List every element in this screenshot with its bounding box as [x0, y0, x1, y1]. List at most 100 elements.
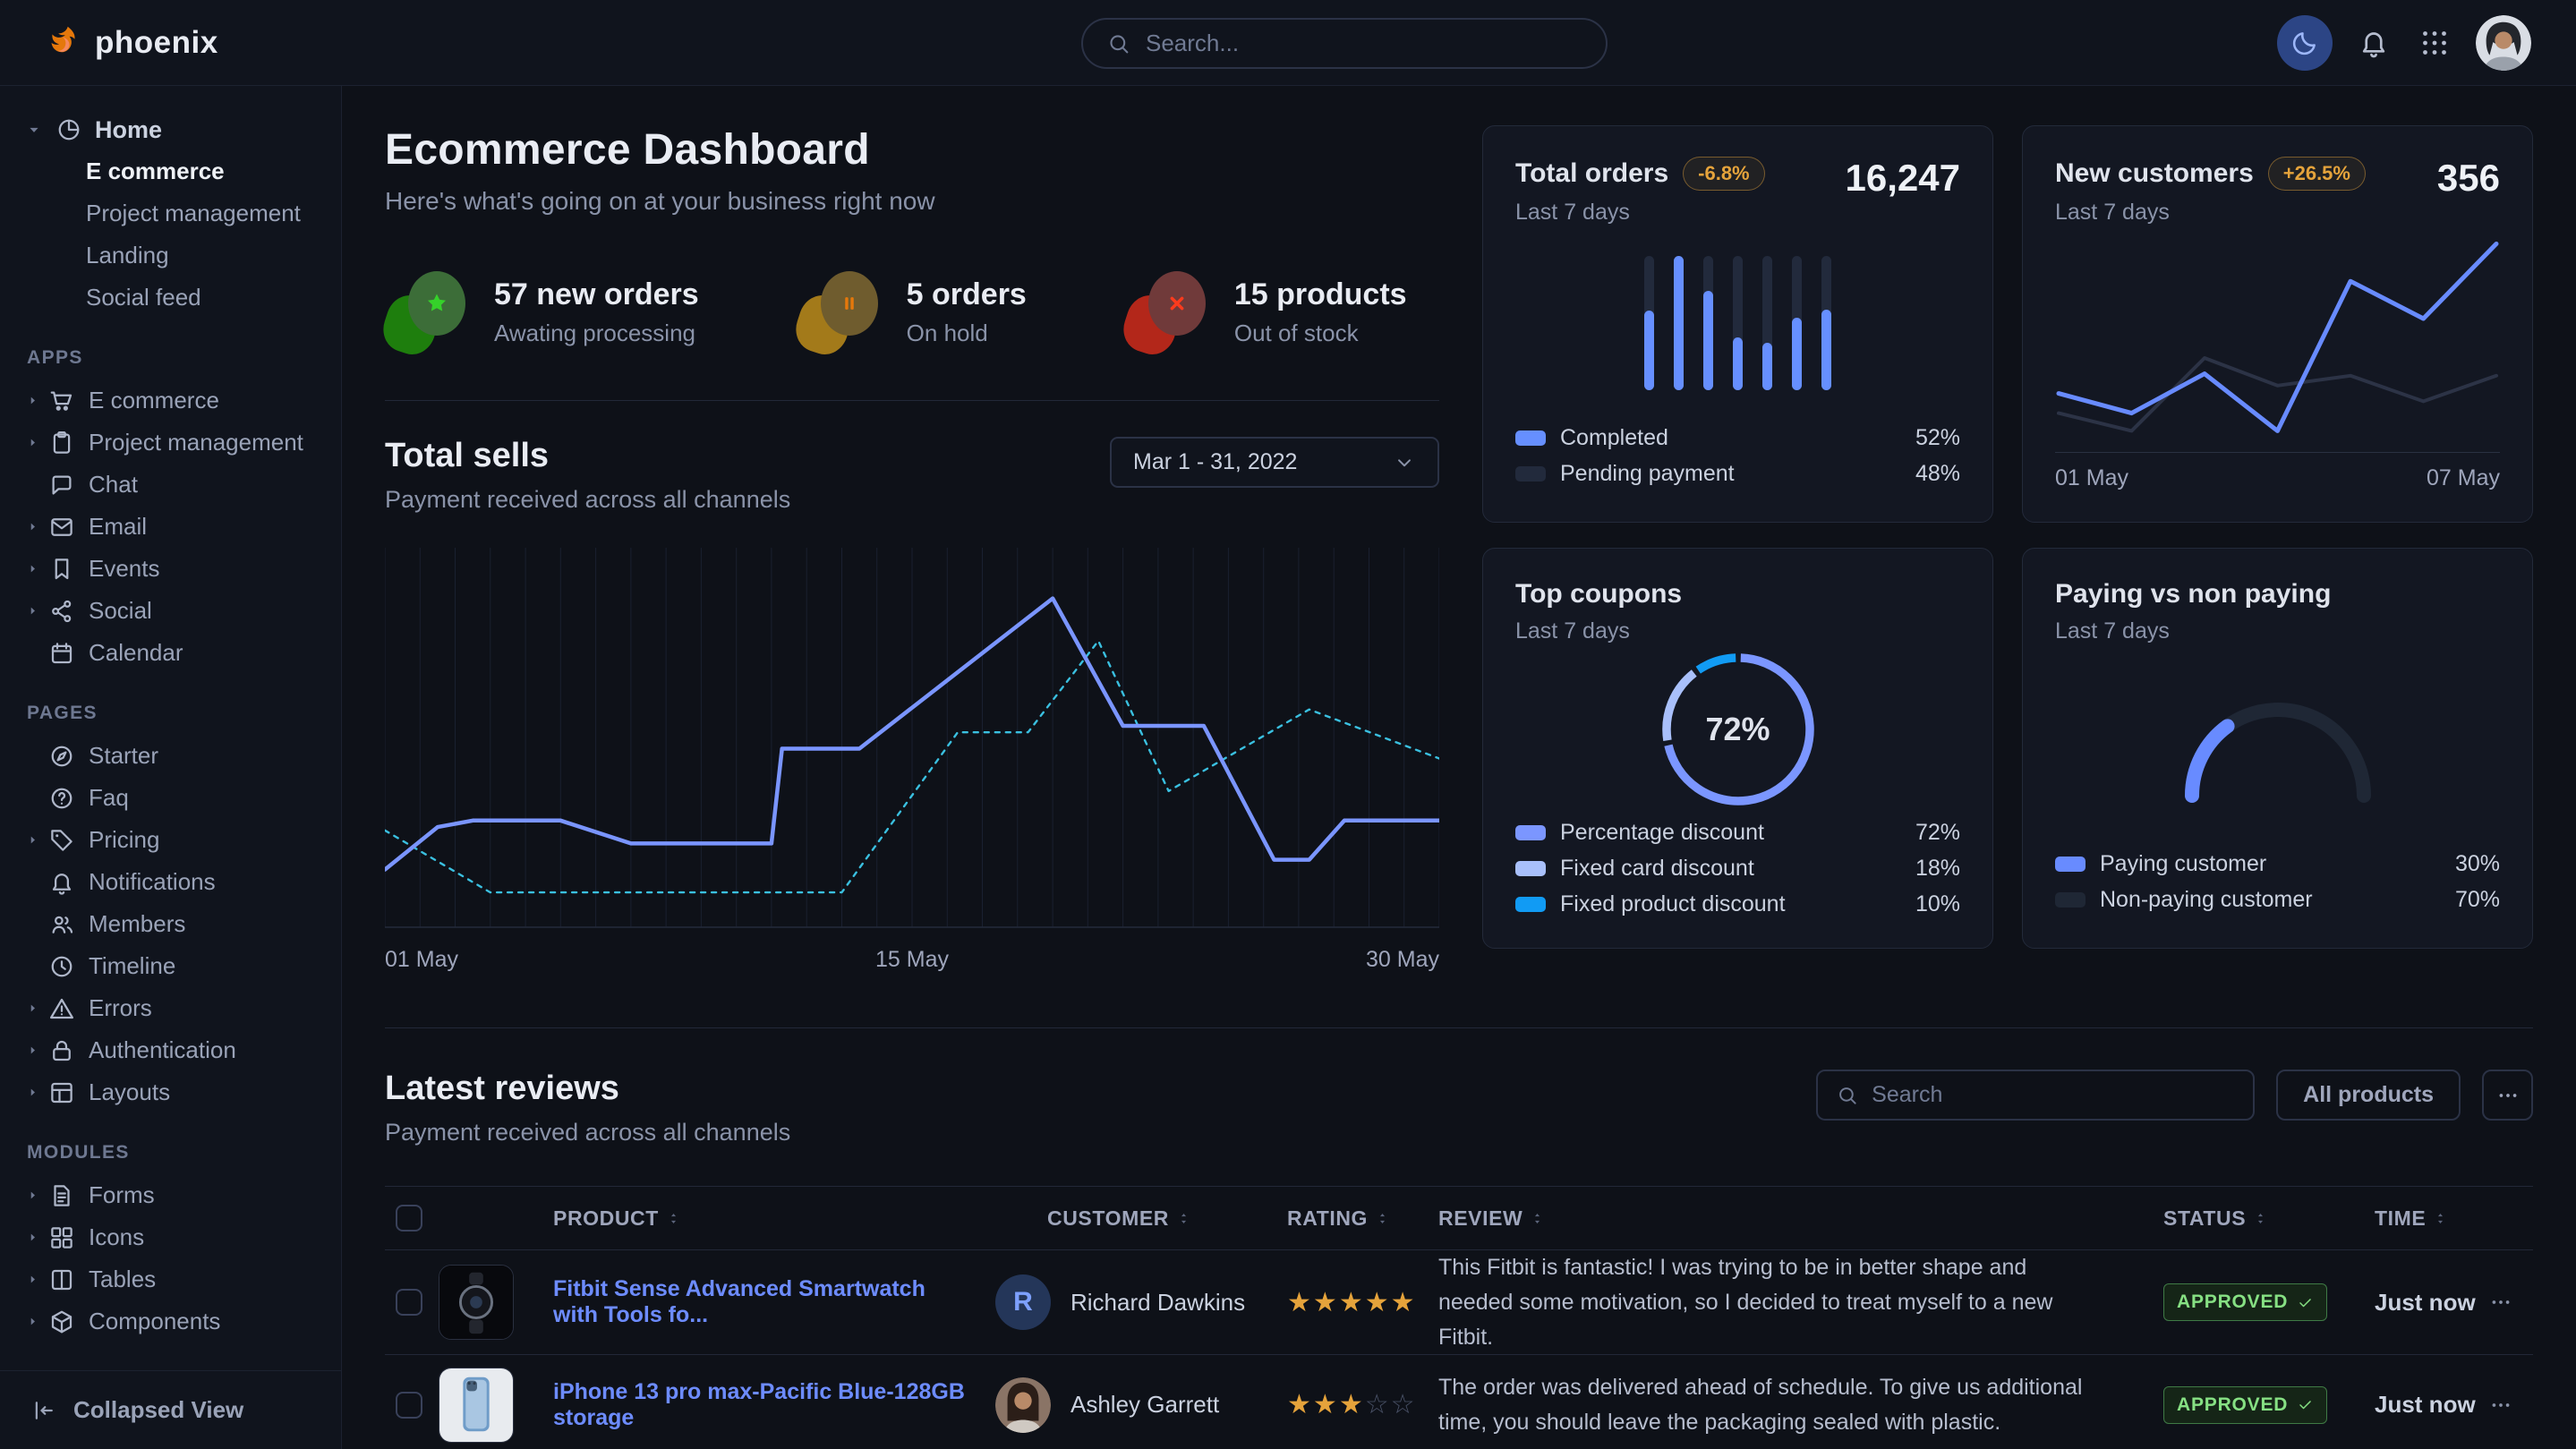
sidebar-item-social-feed[interactable]: Social feed	[0, 277, 341, 319]
collapsed-view-toggle[interactable]: Collapsed View	[0, 1370, 341, 1449]
sidebar-item-components[interactable]: Components	[0, 1300, 341, 1342]
sidebar-item-icons[interactable]: Icons	[0, 1216, 341, 1258]
column-header-status[interactable]: STATUS	[2133, 1206, 2339, 1231]
sidebar-item-project-management[interactable]: Project management	[0, 192, 341, 234]
stat-orange: 5 ordersOn hold	[798, 271, 1027, 354]
legend-value: 72%	[1915, 820, 1960, 846]
date-range-select[interactable]: Mar 1 - 31, 2022	[1110, 437, 1439, 488]
column-header-customer[interactable]: CUSTOMER	[994, 1206, 1262, 1231]
sidebar-section-label: PAGES	[0, 703, 341, 724]
column-header-rating[interactable]: RATING	[1262, 1206, 1408, 1231]
alert-icon	[48, 995, 75, 1022]
caret-right-icon	[25, 1085, 40, 1100]
sidebar-item-authentication[interactable]: Authentication	[0, 1029, 341, 1071]
all-products-button[interactable]: All products	[2276, 1070, 2461, 1121]
reviews-more-button[interactable]	[2482, 1070, 2533, 1121]
rating-stars: ★★★★★	[1262, 1287, 1408, 1318]
sidebar-item-social[interactable]: Social	[0, 590, 341, 632]
sidebar-item-e-commerce[interactable]: E commerce	[0, 150, 341, 192]
column-header-review[interactable]: REVIEW	[1408, 1206, 2133, 1231]
grid-nine-icon	[2418, 27, 2451, 59]
legend-label: Completed	[1560, 425, 1901, 451]
reviews-table: PRODUCTCUSTOMERRATINGREVIEWSTATUSTIME Fi…	[385, 1186, 2533, 1449]
stat-value: 57 new orders	[494, 277, 699, 312]
caret-right-icon	[25, 1230, 40, 1245]
total-sells-chart	[385, 548, 1439, 933]
user-avatar[interactable]	[2476, 15, 2531, 71]
column-header-time[interactable]: TIME	[2339, 1206, 2469, 1231]
sidebar-item-pricing[interactable]: Pricing	[0, 819, 341, 861]
sidebar-item-email[interactable]: Email	[0, 506, 341, 548]
notifications-button[interactable]	[2354, 23, 2393, 63]
stat-value: 5 orders	[907, 277, 1027, 312]
sidebar-item-timeline[interactable]: Timeline	[0, 945, 341, 987]
bookmark-icon	[48, 556, 75, 583]
row-checkbox[interactable]	[396, 1392, 422, 1419]
sidebar-item-label: Email	[89, 513, 147, 541]
brand[interactable]: phoenix	[0, 22, 218, 64]
select-all-checkbox[interactable]	[396, 1205, 422, 1232]
review-time: Just now	[2339, 1391, 2469, 1419]
card-title: Top coupons	[1515, 579, 1682, 609]
row-checkbox[interactable]	[396, 1289, 422, 1316]
trend-badge: +26.5%	[2268, 157, 2366, 191]
sidebar-item-tables[interactable]: Tables	[0, 1258, 341, 1300]
sidebar-item-project-management[interactable]: Project management	[0, 422, 341, 464]
reviews-title: Latest reviews	[385, 1070, 790, 1108]
product-link[interactable]: Fitbit Sense Advanced Smartwatch with To…	[553, 1276, 974, 1328]
sort-icon	[2433, 1211, 2448, 1226]
row-kebab-icon[interactable]	[2489, 1394, 2512, 1417]
reviews-search[interactable]	[1816, 1070, 2255, 1121]
paying-card: Paying vs non paying Last 7 days Paying …	[2022, 548, 2533, 949]
caret-right-icon	[25, 1001, 40, 1016]
sidebar-item-chat[interactable]: Chat	[0, 464, 341, 506]
top-navbar: phoenix	[0, 0, 2576, 86]
legend-value: 30%	[2455, 851, 2500, 877]
legend-label: Percentage discount	[1560, 820, 1901, 846]
reviews-search-input[interactable]	[1872, 1082, 2235, 1108]
sidebar-item-label: Calendar	[89, 639, 183, 667]
theme-toggle-button[interactable]	[2277, 15, 2333, 71]
collapsed-view-label: Collapsed View	[73, 1396, 243, 1424]
reviews-subtitle: Payment received across all channels	[385, 1119, 790, 1146]
customer-name: Richard Dawkins	[1070, 1289, 1245, 1317]
x-axis-label: 30 May	[1366, 947, 1439, 973]
sidebar-item-layouts[interactable]: Layouts	[0, 1071, 341, 1113]
caret-right-icon	[25, 832, 40, 848]
order-bar	[1821, 256, 1831, 390]
sidebar-group-home[interactable]: Home	[0, 109, 341, 150]
sidebar-item-faq[interactable]: Faq	[0, 777, 341, 819]
clipboard-icon	[48, 430, 75, 456]
sidebar-item-forms[interactable]: Forms	[0, 1174, 341, 1216]
row-kebab-icon[interactable]	[2489, 1291, 2512, 1314]
order-bar	[1703, 256, 1713, 390]
sidebar-item-calendar[interactable]: Calendar	[0, 632, 341, 674]
sidebar-item-e-commerce[interactable]: E commerce	[0, 379, 341, 422]
sidebar-section-label: APPS	[0, 347, 341, 369]
product-thumbnail[interactable]	[439, 1265, 514, 1340]
column-header-product[interactable]: PRODUCT	[439, 1206, 994, 1231]
product-thumbnail[interactable]	[439, 1368, 514, 1443]
calendar-icon	[48, 640, 75, 667]
caret-right-icon	[25, 561, 40, 576]
pie-chart-icon	[55, 116, 82, 143]
sidebar-item-starter[interactable]: Starter	[0, 735, 341, 777]
legend-value: 70%	[2455, 887, 2500, 913]
product-link[interactable]: iPhone 13 pro max-Pacific Blue-128GB sto…	[553, 1379, 974, 1431]
donut-center-value: 72%	[1653, 644, 1823, 814]
stat-label: Awating processing	[494, 320, 699, 347]
global-search[interactable]	[1081, 18, 1608, 69]
sidebar-item-members[interactable]: Members	[0, 903, 341, 945]
sort-icon	[1375, 1211, 1390, 1226]
sidebar-item-label: Forms	[89, 1181, 155, 1209]
legend-label: Fixed product discount	[1560, 891, 1901, 917]
orders-bar-chart	[1644, 256, 1831, 390]
apps-grid-button[interactable]	[2415, 23, 2454, 63]
sidebar-item-errors[interactable]: Errors	[0, 987, 341, 1029]
global-search-input[interactable]	[1146, 30, 1582, 57]
total-sells-title: Total sells	[385, 437, 790, 475]
legend-value: 52%	[1915, 425, 1960, 451]
sidebar-item-events[interactable]: Events	[0, 548, 341, 590]
sidebar-item-notifications[interactable]: Notifications	[0, 861, 341, 903]
sidebar-item-landing[interactable]: Landing	[0, 234, 341, 277]
